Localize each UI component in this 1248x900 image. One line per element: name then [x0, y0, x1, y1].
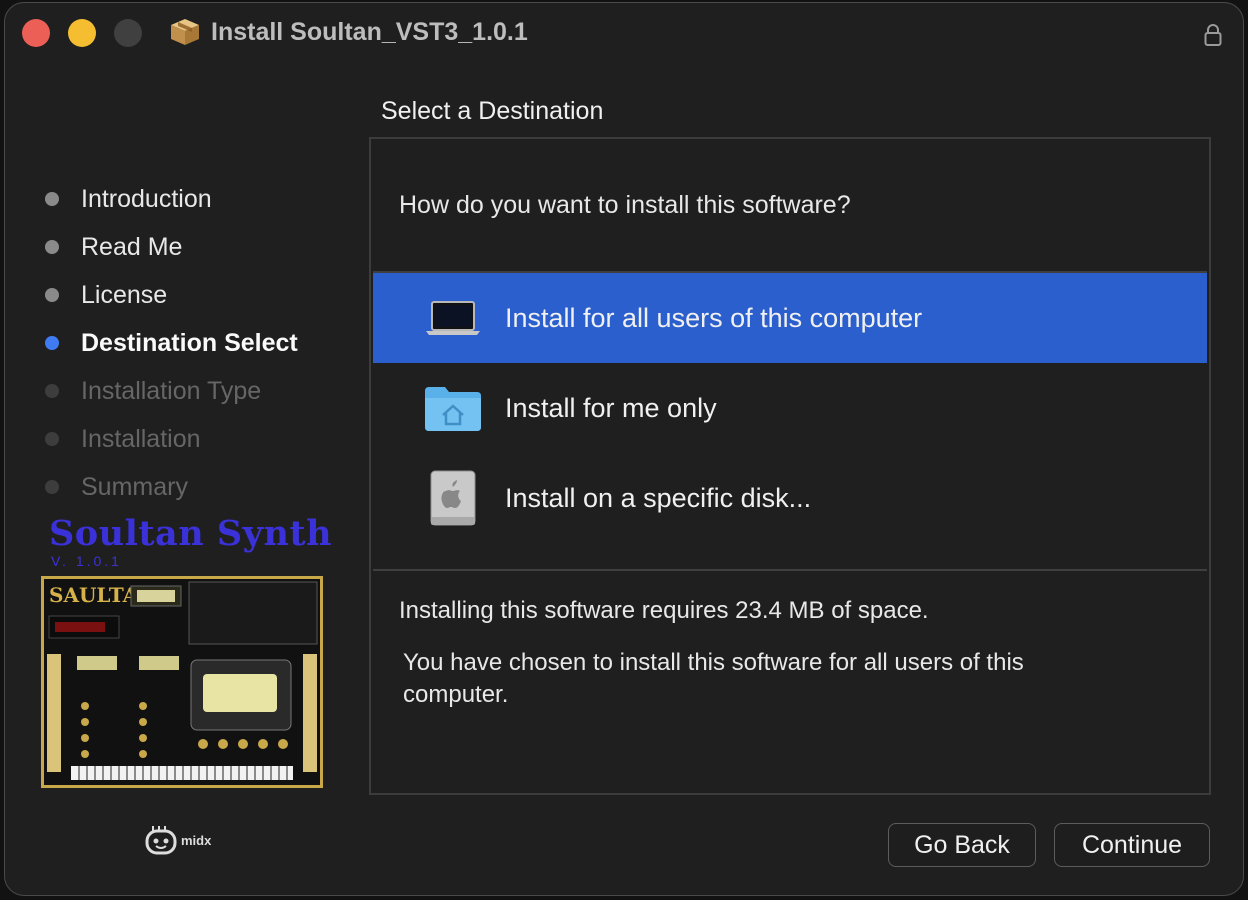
- step-label: Destination Select: [81, 328, 298, 357]
- close-button[interactable]: [22, 19, 50, 47]
- home-folder-icon: [423, 378, 483, 438]
- step-bullet: [45, 336, 59, 350]
- vendor-name: midx: [181, 832, 212, 848]
- step-list: Introduction Read Me License Destination…: [45, 175, 298, 511]
- option-specific-disk[interactable]: Install on a specific disk...: [373, 453, 1207, 543]
- step-installation-type: Installation Type: [45, 367, 298, 415]
- continue-button[interactable]: Continue: [1054, 823, 1210, 867]
- step-label: Installation: [81, 424, 201, 453]
- destination-panel: How do you want to install this software…: [369, 137, 1211, 795]
- step-destination-select: Destination Select: [45, 319, 298, 367]
- space-requirement: Installing this software requires 23.4 M…: [399, 597, 929, 624]
- step-summary: Summary: [45, 463, 298, 511]
- step-label: Read Me: [81, 232, 183, 261]
- step-license: License: [45, 271, 298, 319]
- vendor-logo: midx: [145, 825, 211, 855]
- go-back-button[interactable]: Go Back: [888, 823, 1036, 867]
- option-all-users[interactable]: Install for all users of this computer: [373, 273, 1207, 363]
- destination-options: Install for all users of this computer I…: [373, 271, 1207, 571]
- step-bullet: [45, 288, 59, 302]
- robot-icon: [145, 826, 177, 855]
- window-title: Install Soultan_VST3_1.0.1: [169, 15, 528, 49]
- step-label: License: [81, 280, 168, 309]
- step-label: Introduction: [81, 184, 212, 213]
- lock-icon: [1204, 24, 1222, 46]
- step-bullet: [45, 432, 59, 446]
- step-label: Summary: [81, 472, 188, 501]
- step-read-me: Read Me: [45, 223, 298, 271]
- step-installation: Installation: [45, 415, 298, 463]
- option-me-only[interactable]: Install for me only: [373, 363, 1207, 453]
- step-bullet: [45, 384, 59, 398]
- minimize-button[interactable]: [68, 19, 96, 47]
- option-label: Install for all users of this computer: [505, 302, 923, 333]
- step-label: Installation Type: [81, 376, 262, 405]
- title-bar[interactable]: Install Soultan_VST3_1.0.1: [5, 3, 1243, 63]
- product-screenshot: SAULTAN: [41, 576, 323, 788]
- brand-version: V. 1.0.1: [51, 553, 122, 569]
- option-label: Install for me only: [505, 392, 717, 423]
- laptop-icon: [423, 288, 483, 348]
- page-heading: Select a Destination: [381, 97, 604, 125]
- zoom-button: [114, 19, 142, 47]
- option-label: Install on a specific disk...: [505, 482, 812, 513]
- step-bullet: [45, 480, 59, 494]
- chosen-destination-message: You have chosen to install this software…: [403, 649, 1024, 708]
- package-icon: [171, 19, 199, 45]
- install-question: How do you want to install this software…: [399, 191, 851, 219]
- step-bullet: [45, 240, 59, 254]
- disk-icon: [423, 468, 483, 528]
- window-title-text: Install Soultan_VST3_1.0.1: [211, 17, 528, 46]
- installer-window: Install Soultan_VST3_1.0.1 Select a Dest…: [4, 2, 1244, 896]
- step-introduction: Introduction: [45, 175, 298, 223]
- brand-title: Soultan Synth: [49, 513, 333, 554]
- step-bullet: [45, 192, 59, 206]
